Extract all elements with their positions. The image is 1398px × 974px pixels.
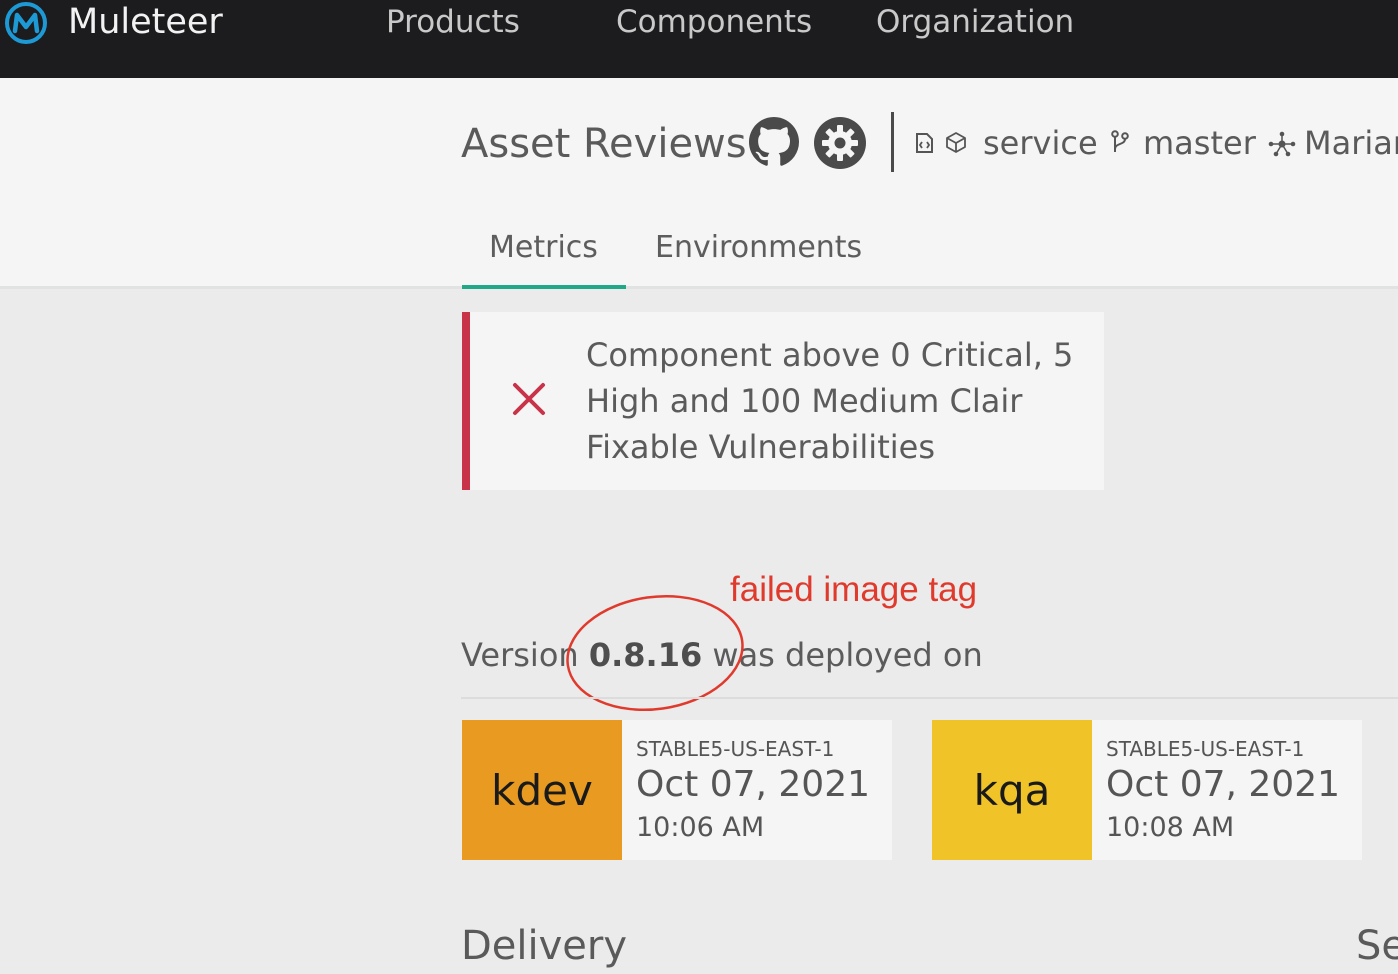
nav-link-products[interactable]: Products <box>386 0 520 44</box>
brand-name[interactable]: Muleteer <box>68 0 223 44</box>
env-region: STABLE5-US-EAST-1 <box>636 737 835 761</box>
branch-label[interactable]: master <box>1143 118 1256 168</box>
section-title-delivery: Delivery <box>461 923 628 969</box>
team-label[interactable]: Mariar <box>1304 118 1398 168</box>
deployment-card-kdev[interactable]: kdev STABLE5-US-EAST-1 Oct 07, 2021 10:0… <box>462 720 892 860</box>
env-region: STABLE5-US-EAST-1 <box>1106 737 1305 761</box>
alert-message: Component above 0 Critical, 5 High and 1… <box>586 336 1074 466</box>
nav-link-components[interactable]: Components <box>616 0 812 44</box>
git-branch-icon <box>1111 130 1129 152</box>
env-badge: kqa <box>932 720 1092 860</box>
vulnerability-alert: Component above 0 Critical, 5 High and 1… <box>462 312 1104 490</box>
annotation-circle <box>566 594 744 712</box>
env-badge: kdev <box>462 720 622 860</box>
team-network-icon <box>1268 131 1296 157</box>
deploy-date: Oct 07, 2021 <box>1106 764 1340 805</box>
tab-metrics[interactable]: Metrics <box>489 226 598 270</box>
mulesoft-logo-icon[interactable] <box>4 1 48 45</box>
annotation-text: failed image tag <box>730 570 978 609</box>
failed-x-icon <box>513 383 545 415</box>
deploy-date: Oct 07, 2021 <box>636 764 870 805</box>
nav-link-organization[interactable]: Organization <box>876 0 1074 44</box>
deploy-time: 10:08 AM <box>1106 812 1235 843</box>
deployment-card-kqa[interactable]: kqa STABLE5-US-EAST-1 Oct 07, 2021 10:08… <box>932 720 1362 860</box>
page-title: Asset Reviews <box>461 121 747 167</box>
alert-accent-bar <box>462 312 470 490</box>
asset-type-label: service <box>983 124 1098 162</box>
github-icon[interactable] <box>749 117 799 167</box>
settings-gear-icon[interactable] <box>814 117 866 169</box>
deploy-time: 10:06 AM <box>636 812 765 843</box>
active-tab-indicator <box>462 285 626 289</box>
section-title-partial: Se <box>1356 923 1398 969</box>
tab-environments[interactable]: Environments <box>655 226 862 270</box>
cube-icon <box>946 132 966 153</box>
code-file-icon <box>916 133 933 153</box>
section-divider <box>461 697 1398 699</box>
header-divider <box>891 112 894 172</box>
top-navigation-bar: Muleteer Products Components Organizatio… <box>0 0 1398 78</box>
